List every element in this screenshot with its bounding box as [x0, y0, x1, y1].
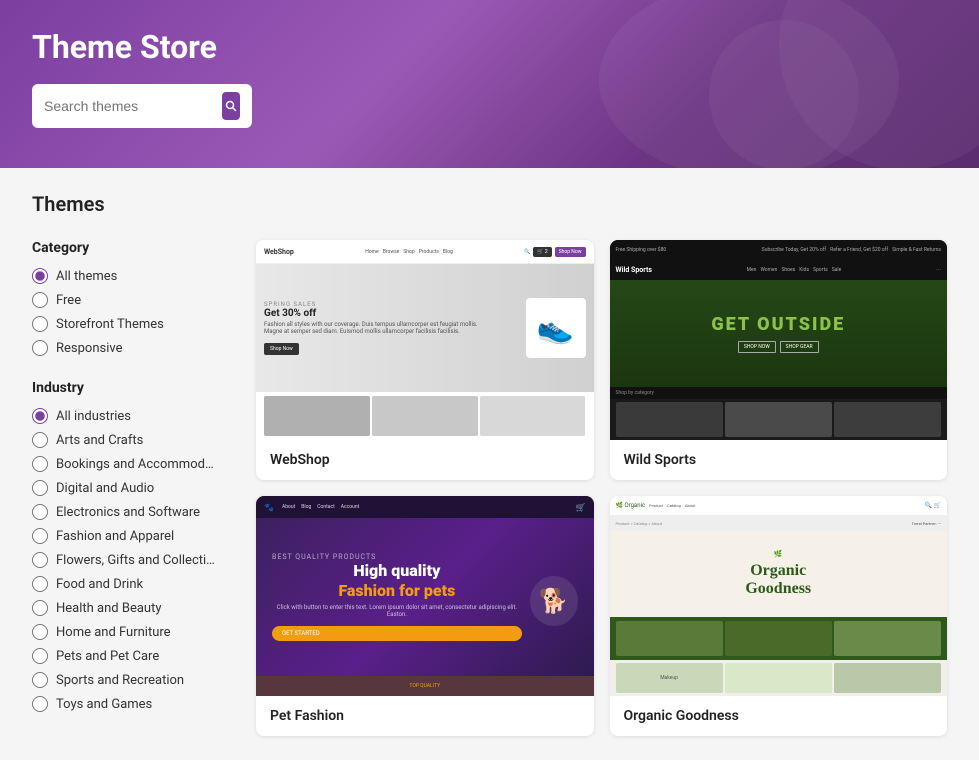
- industry-label-arts: Arts and Crafts: [56, 433, 143, 448]
- wildsports-preview: Free Shipping over $80 Subscribe Today, …: [610, 240, 948, 440]
- wildsports-info: Wild Sports: [610, 440, 948, 480]
- webshop-name: WebShop: [270, 452, 580, 468]
- industry-option-arts[interactable]: Arts and Crafts: [32, 432, 232, 448]
- industry-option-health[interactable]: Health and Beauty: [32, 600, 232, 616]
- sidebar: Category All themes Free Storefront Them…: [32, 240, 232, 736]
- ws-nav-links: Home Browse Shop Products Blog: [365, 249, 453, 255]
- organic-info: Organic Goodness: [610, 696, 948, 736]
- theme-card-webshop[interactable]: WebShop Home Browse Shop Products Blog 🔍…: [256, 240, 594, 480]
- industry-label-flowers: Flowers, Gifts and Collecti...: [56, 553, 216, 568]
- petfashion-preview: 🐾 About Blog Contact Account 🛒 BEST QU: [256, 496, 594, 696]
- petfashion-name: Pet Fashion: [270, 708, 580, 724]
- search-bar: [32, 84, 252, 128]
- og-hero-title: OrganicGoodness: [745, 562, 811, 598]
- industry-label-food: Food and Drink: [56, 577, 143, 592]
- pf-nav: 🐾 About Blog Contact Account 🛒: [256, 496, 594, 518]
- industry-option-home[interactable]: Home and Furniture: [32, 624, 232, 640]
- search-input[interactable]: [44, 98, 214, 114]
- webshop-preview: WebShop Home Browse Shop Products Blog 🔍…: [256, 240, 594, 440]
- content-layout: Category All themes Free Storefront Them…: [32, 240, 947, 736]
- industry-label-bookings: Bookings and Accommodat...: [56, 457, 216, 472]
- industry-label-pets: Pets and Pet Care: [56, 649, 159, 664]
- category-label-all: All themes: [56, 269, 117, 284]
- category-filter: Category All themes Free Storefront Them…: [32, 240, 232, 356]
- industry-option-all[interactable]: All industries: [32, 408, 232, 424]
- ws-logo: WebShop: [264, 248, 294, 256]
- category-option-storefront[interactable]: Storefront Themes: [32, 316, 232, 332]
- wsp-nav: Free Shipping over $80 Subscribe Today, …: [610, 240, 948, 260]
- industry-filter: Industry All industries Arts and Crafts …: [32, 380, 232, 712]
- industry-label-health: Health and Beauty: [56, 601, 161, 616]
- wsp-cats: [610, 399, 948, 440]
- ws-shoe-image: 👟: [526, 298, 586, 358]
- og-cats: [610, 617, 948, 660]
- industry-label-home: Home and Furniture: [56, 625, 171, 640]
- theme-card-petfashion[interactable]: 🐾 About Blog Contact Account 🛒 BEST QU: [256, 496, 594, 736]
- category-label-storefront: Storefront Themes: [56, 317, 164, 332]
- category-option-free[interactable]: Free: [32, 292, 232, 308]
- theme-card-wildsports[interactable]: Free Shipping over $80 Subscribe Today, …: [610, 240, 948, 480]
- webshop-info: WebShop: [256, 440, 594, 480]
- industry-label-all: All industries: [56, 409, 131, 424]
- petfashion-info: Pet Fashion: [256, 696, 594, 736]
- wsp-hero: GET OUTSIDE SHOP NOW SHOP GEAR: [610, 280, 948, 387]
- category-option-responsive[interactable]: Responsive: [32, 340, 232, 356]
- category-filter-title: Category: [32, 240, 232, 256]
- category-label-responsive: Responsive: [56, 341, 123, 356]
- page-title: Theme Store: [32, 28, 947, 66]
- category-option-all[interactable]: All themes: [32, 268, 232, 284]
- pet-image: 🐕: [530, 576, 578, 626]
- ws-categories: [256, 392, 594, 440]
- pf-bottom: TOP QUALITY: [256, 676, 594, 696]
- industry-option-flowers[interactable]: Flowers, Gifts and Collecti...: [32, 552, 232, 568]
- og-nav: 🌿 Organic Product Catalog About 🔍 🛒: [610, 496, 948, 516]
- category-label-free: Free: [56, 293, 81, 308]
- pf-hero: BEST QUALITY PRODUCTS High quality Fashi…: [256, 518, 594, 676]
- industry-option-electronics[interactable]: Electronics and Software: [32, 504, 232, 520]
- search-button[interactable]: [222, 92, 240, 120]
- industry-label-toys: Toys and Games: [56, 697, 152, 712]
- themes-heading: Themes: [32, 192, 947, 216]
- industry-option-bookings[interactable]: Bookings and Accommodat...: [32, 456, 232, 472]
- theme-card-organic[interactable]: 🌿 Organic Product Catalog About 🔍 🛒 Prod…: [610, 496, 948, 736]
- industry-filter-title: Industry: [32, 380, 232, 396]
- organic-preview: 🌿 Organic Product Catalog About 🔍 🛒 Prod…: [610, 496, 948, 696]
- industry-option-toys[interactable]: Toys and Games: [32, 696, 232, 712]
- header: Theme Store: [0, 0, 979, 168]
- industry-option-sports[interactable]: Sports and Recreation: [32, 672, 232, 688]
- industry-option-digital[interactable]: Digital and Audio: [32, 480, 232, 496]
- industry-option-pets[interactable]: Pets and Pet Care: [32, 648, 232, 664]
- wildsports-name: Wild Sports: [624, 452, 934, 468]
- industry-option-fashion[interactable]: Fashion and Apparel: [32, 528, 232, 544]
- main-content: Themes Category All themes Free Storefro…: [0, 168, 979, 760]
- search-icon: [225, 100, 237, 112]
- industry-label-electronics: Electronics and Software: [56, 505, 200, 520]
- wsp-hero-text: GET OUTSIDE: [711, 314, 845, 335]
- ws-hero: SPRING SALES Get 30% off Fashion all sty…: [256, 264, 594, 392]
- industry-option-food[interactable]: Food and Drink: [32, 576, 232, 592]
- og-hero: 🌿 OrganicGoodness: [610, 530, 948, 617]
- theme-grid: WebShop Home Browse Shop Products Blog 🔍…: [256, 240, 947, 736]
- organic-name: Organic Goodness: [624, 708, 934, 724]
- header-decoration: [579, 0, 979, 168]
- industry-label-digital: Digital and Audio: [56, 481, 154, 496]
- industry-label-fashion: Fashion and Apparel: [56, 529, 174, 544]
